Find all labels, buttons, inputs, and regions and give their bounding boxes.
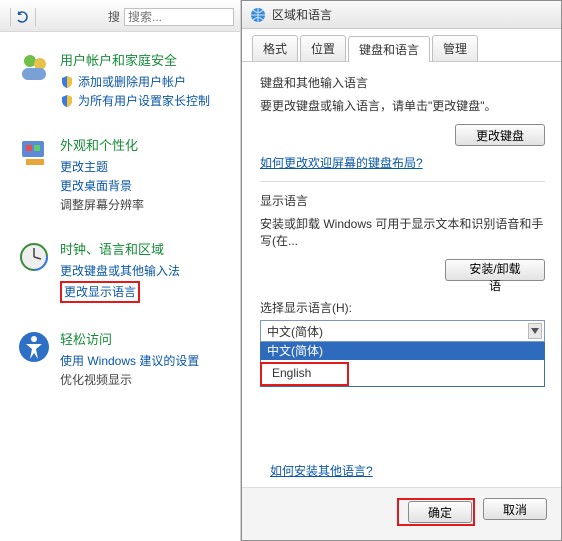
shield-icon bbox=[60, 75, 74, 89]
link-add-remove-user[interactable]: 添加或删除用户帐户 bbox=[78, 73, 186, 90]
category-heading[interactable]: 外观和个性化 bbox=[60, 135, 144, 154]
cancel-button[interactable]: 取消 bbox=[483, 498, 547, 520]
tabs-bar: 格式 位置 键盘和语言 管理 bbox=[242, 29, 561, 62]
link-windows-suggestions[interactable]: 使用 Windows 建议的设置 bbox=[60, 352, 199, 369]
link-welcome-keyboard-layout[interactable]: 如何更改欢迎屏幕的键盘布局? bbox=[260, 154, 423, 171]
category-sub-row: 添加或删除用户帐户 bbox=[60, 73, 210, 90]
link-how-install-languages[interactable]: 如何安装其他语言? bbox=[270, 462, 373, 479]
language-option-en[interactable]: English bbox=[266, 366, 317, 380]
category-sub-row: 为所有用户设置家长控制 bbox=[60, 92, 210, 109]
group-keyboard-text: 要更改键盘或输入语言，请单击"更改键盘"。 bbox=[260, 97, 545, 114]
search-input[interactable] bbox=[124, 8, 234, 26]
category-heading[interactable]: 轻松访问 bbox=[60, 329, 199, 348]
search-label: 搜 bbox=[108, 8, 120, 25]
toolbar-separator bbox=[35, 8, 36, 26]
language-option-zh[interactable]: 中文(简体) bbox=[261, 342, 544, 360]
select-display-language-label: 选择显示语言(H): bbox=[260, 299, 545, 316]
tab-admin[interactable]: 管理 bbox=[432, 35, 478, 61]
toolbar: 搜 bbox=[0, 2, 240, 32]
category-heading[interactable]: 用户帐户和家庭安全 bbox=[60, 50, 210, 69]
ok-button[interactable]: 确定 bbox=[408, 501, 472, 523]
appearance-icon bbox=[16, 135, 52, 171]
dialog-region-language: 区域和语言 格式 位置 键盘和语言 管理 键盘和其他输入语言 要更改键盘或输入语… bbox=[240, 0, 562, 541]
group-keyboard-label: 键盘和其他输入语言 bbox=[260, 74, 545, 91]
install-uninstall-language-button[interactable]: 安装/卸载语 bbox=[445, 259, 545, 281]
group-display-language-label: 显示语言 bbox=[260, 192, 545, 209]
link-change-wallpaper[interactable]: 更改桌面背景 bbox=[60, 177, 132, 194]
link-optimize-video[interactable]: 优化视频显示 bbox=[60, 371, 199, 388]
highlight-ok-button: 确定 bbox=[397, 498, 475, 526]
group-display-language-text: 安装或卸载 Windows 可用于显示文本和识别语音和手写(在... bbox=[260, 215, 545, 249]
category-accounts: 用户帐户和家庭安全 添加或删除用户帐户 为所有用户设置家长控制 bbox=[16, 50, 230, 111]
globe-icon bbox=[250, 7, 266, 23]
dialog-footer: 确定 取消 bbox=[242, 487, 561, 540]
search-wrap: 搜 bbox=[108, 8, 234, 26]
refresh-dropdown-icon[interactable] bbox=[15, 10, 31, 24]
tab-keyboard-language[interactable]: 键盘和语言 bbox=[348, 36, 430, 62]
separator bbox=[260, 181, 545, 182]
dialog-title: 区域和语言 bbox=[272, 6, 332, 23]
highlight-change-display-language: 更改显示语言 bbox=[60, 281, 140, 303]
category-clock-language: 时钟、语言和区域 更改键盘或其他输入法 更改显示语言 bbox=[16, 239, 230, 305]
change-keyboard-button[interactable]: 更改键盘 bbox=[455, 124, 545, 146]
category-appearance: 外观和个性化 更改主题 更改桌面背景 调整屏幕分辨率 bbox=[16, 135, 230, 215]
link-change-display-language[interactable]: 更改显示语言 bbox=[64, 285, 136, 299]
tab-format[interactable]: 格式 bbox=[252, 35, 298, 61]
display-language-current: 中文(简体) bbox=[261, 321, 544, 341]
category-ease-of-access: 轻松访问 使用 Windows 建议的设置 优化视频显示 bbox=[16, 329, 230, 390]
accounts-icon bbox=[16, 50, 52, 86]
category-heading[interactable]: 时钟、语言和区域 bbox=[60, 239, 180, 258]
toolbar-separator bbox=[10, 8, 11, 26]
highlight-english-option: English bbox=[261, 360, 544, 386]
ease-icon bbox=[16, 329, 52, 365]
link-change-theme[interactable]: 更改主题 bbox=[60, 158, 108, 175]
tab-location[interactable]: 位置 bbox=[300, 35, 346, 61]
dialog-body: 键盘和其他输入语言 要更改键盘或输入语言，请单击"更改键盘"。 更改键盘 如何更… bbox=[242, 62, 561, 487]
display-language-dropdown: 中文(简体) English bbox=[260, 342, 545, 387]
categories-list: 用户帐户和家庭安全 添加或删除用户帐户 为所有用户设置家长控制 bbox=[0, 32, 240, 424]
link-parental-controls[interactable]: 为所有用户设置家长控制 bbox=[78, 92, 210, 109]
display-language-select[interactable]: 中文(简体) bbox=[260, 320, 545, 342]
link-adjust-resolution[interactable]: 调整屏幕分辨率 bbox=[60, 196, 144, 213]
chevron-down-icon[interactable] bbox=[528, 323, 542, 339]
control-panel-pane: 搜 用户帐户和家庭安全 bbox=[0, 0, 240, 541]
clock-icon bbox=[16, 239, 52, 275]
dialog-titlebar: 区域和语言 bbox=[242, 1, 561, 29]
shield-icon bbox=[60, 94, 74, 108]
link-change-input-method[interactable]: 更改键盘或其他输入法 bbox=[60, 262, 180, 279]
